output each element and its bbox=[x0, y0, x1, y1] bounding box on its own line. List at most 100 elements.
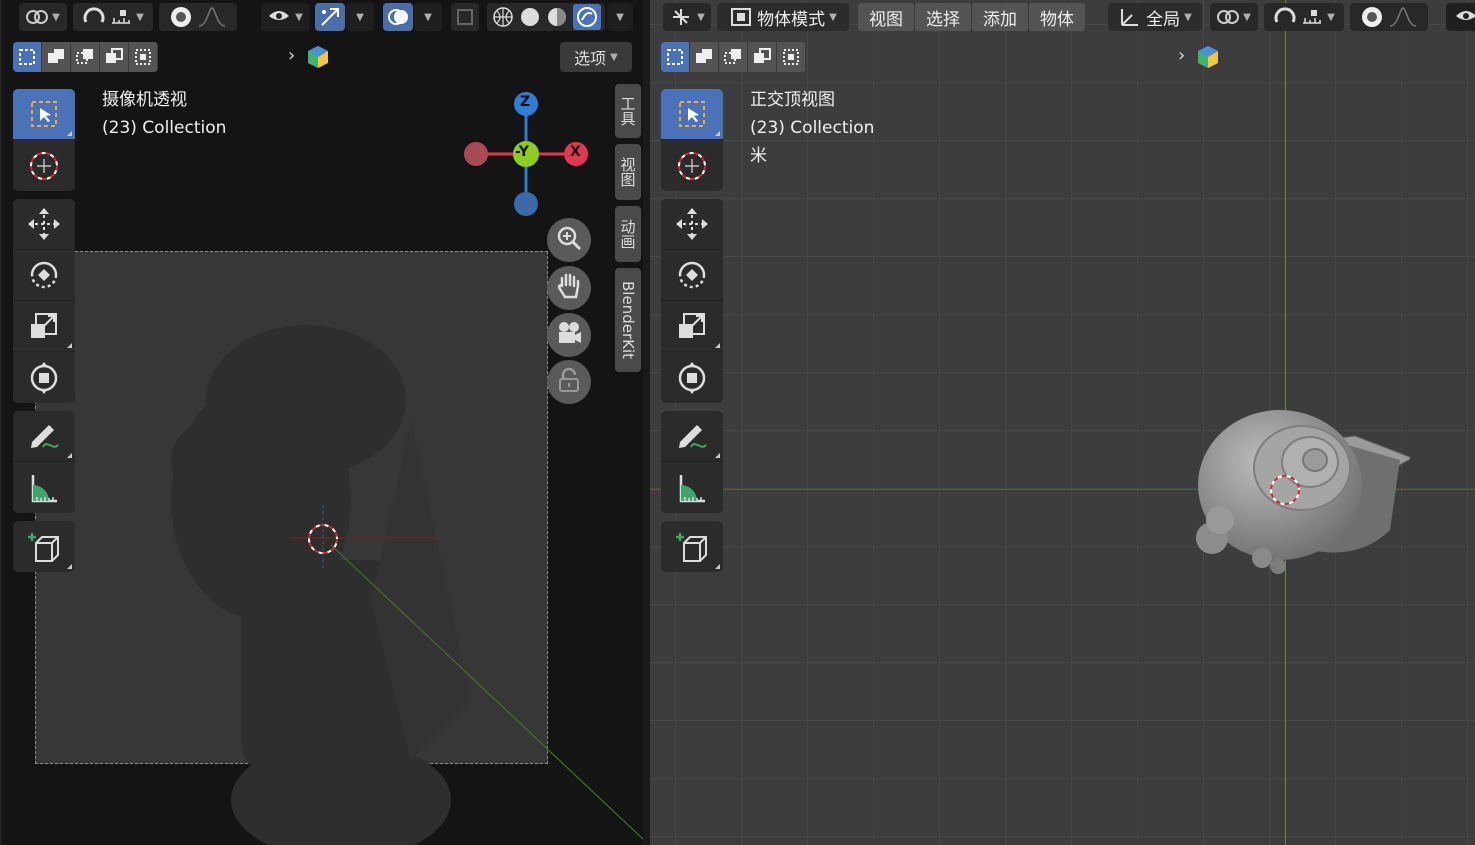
rotate-tool[interactable] bbox=[661, 250, 723, 301]
tool-shelf bbox=[661, 89, 723, 580]
tab-view[interactable]: 视图 bbox=[615, 144, 641, 200]
chevron-down-icon: ▼ bbox=[295, 11, 303, 23]
rotate-tool[interactable] bbox=[13, 250, 75, 301]
shading-dropdown[interactable]: ▼ bbox=[607, 3, 633, 31]
proportional-edit-dropdown[interactable] bbox=[1350, 3, 1428, 31]
xray-icon bbox=[456, 8, 474, 26]
proportional-edit-icon bbox=[1360, 5, 1384, 29]
collection-name: (23) Collection bbox=[750, 118, 875, 138]
zoom-button[interactable] bbox=[547, 218, 591, 262]
gizmo-x-label: X bbox=[570, 144, 581, 160]
pan-button[interactable] bbox=[547, 266, 591, 310]
object-mode-icon bbox=[729, 6, 753, 28]
gizmo-dropdown[interactable]: ▼ bbox=[346, 3, 374, 31]
magnet-icon bbox=[82, 6, 106, 28]
select-intersect-icon[interactable] bbox=[777, 42, 806, 72]
gizmo-y-label: -Y bbox=[515, 144, 529, 160]
transform-tool[interactable] bbox=[661, 352, 723, 403]
3d-cursor-icon[interactable] bbox=[1266, 471, 1304, 509]
lock-camera-button[interactable] bbox=[547, 360, 591, 404]
select-intersect-icon[interactable] bbox=[129, 42, 158, 72]
show-gizmo-toggle[interactable] bbox=[315, 3, 345, 31]
material-shading-icon[interactable] bbox=[546, 6, 568, 28]
3d-cursor-icon[interactable] bbox=[304, 520, 342, 558]
camera-view-button[interactable] bbox=[547, 313, 591, 357]
tool-shelf bbox=[13, 89, 75, 580]
chevron-down-icon: ▼ bbox=[1327, 11, 1335, 23]
camera-icon bbox=[555, 319, 583, 351]
show-overlays-toggle[interactable] bbox=[383, 3, 413, 31]
chevron-down-icon: ▼ bbox=[356, 11, 364, 23]
units-label: 米 bbox=[750, 146, 767, 166]
falloff-curve-icon bbox=[1388, 6, 1418, 28]
menu-object[interactable]: 物体 bbox=[1029, 3, 1085, 31]
options-label: 选项 bbox=[574, 49, 607, 68]
add-cube-tool[interactable] bbox=[13, 521, 75, 572]
chevron-down-icon: ▼ bbox=[52, 11, 60, 23]
tab-blenderkit[interactable]: BlenderKit bbox=[615, 268, 641, 372]
orientation-label: 全局 bbox=[1146, 9, 1181, 30]
chevron-down-icon: ▼ bbox=[697, 11, 705, 23]
color-cube-icon[interactable] bbox=[1197, 45, 1219, 73]
select-invert-icon[interactable] bbox=[748, 42, 777, 72]
select-subtract-icon[interactable] bbox=[719, 42, 748, 72]
shading-modes[interactable] bbox=[487, 3, 605, 31]
gizmo-icon bbox=[319, 6, 341, 28]
chevron-down-icon: ▼ bbox=[610, 51, 618, 63]
select-extend-icon[interactable] bbox=[690, 42, 719, 72]
wireframe-shading-icon[interactable] bbox=[492, 6, 514, 28]
select-subtract-icon[interactable] bbox=[71, 42, 100, 72]
menu-select[interactable]: 选择 bbox=[915, 3, 971, 31]
select-new-icon[interactable] bbox=[13, 42, 42, 72]
camera-viewport[interactable]: ▼ ▼ ▼ ▼ ▼ ▼ › 选项 ▼ 摄像机透视 (23) Collection… bbox=[0, 0, 643, 845]
top-ortho-viewport[interactable]: ▼ 物体模式 ▼ 视图 选择 添加 物体 全局 ▼ ▼ ▼ › 正交顶视图 (2… bbox=[650, 0, 1475, 845]
select-extend-icon[interactable] bbox=[42, 42, 71, 72]
cursor-tool[interactable] bbox=[661, 140, 723, 191]
menu-view[interactable]: 视图 bbox=[858, 3, 914, 31]
tab-tool[interactable]: 工具 bbox=[615, 84, 641, 138]
expand-arrow-icon[interactable]: › bbox=[288, 45, 295, 66]
transform-orientation-dropdown[interactable]: 全局 ▼ bbox=[1108, 3, 1202, 31]
chevron-down-icon: ▼ bbox=[616, 11, 624, 23]
snap-increment-icon bbox=[110, 8, 132, 26]
selection-mode-group[interactable] bbox=[661, 42, 806, 72]
select-new-icon[interactable] bbox=[661, 42, 690, 72]
view-name: 正交顶视图 bbox=[750, 90, 835, 110]
proportional-edit-dropdown[interactable] bbox=[159, 3, 237, 31]
move-tool[interactable] bbox=[661, 199, 723, 250]
overlays-dropdown[interactable]: ▼ bbox=[414, 3, 442, 31]
view-name: 摄像机透视 bbox=[102, 90, 187, 110]
measure-tool[interactable] bbox=[661, 462, 723, 513]
transform-tool[interactable] bbox=[13, 352, 75, 403]
scale-tool[interactable] bbox=[661, 301, 723, 352]
color-cube-icon[interactable] bbox=[307, 45, 329, 73]
menu-add[interactable]: 添加 bbox=[972, 3, 1028, 31]
cursor-tool[interactable] bbox=[13, 140, 75, 191]
area-divider[interactable] bbox=[643, 0, 650, 845]
mode-dropdown[interactable]: 物体模式 ▼ bbox=[717, 3, 849, 31]
transform-pivot-dropdown[interactable]: ▼ bbox=[19, 3, 67, 31]
move-tool[interactable] bbox=[13, 199, 75, 250]
scale-tool[interactable] bbox=[13, 301, 75, 352]
select-box-tool[interactable] bbox=[661, 89, 723, 140]
add-cube-tool[interactable] bbox=[661, 521, 723, 572]
selection-mode-group[interactable] bbox=[13, 42, 158, 72]
visibility-dropdown[interactable]: ▼ bbox=[261, 3, 309, 31]
solid-shading-icon[interactable] bbox=[519, 6, 541, 28]
object-interaction-dropdown[interactable]: ▼ bbox=[663, 3, 711, 31]
visibility-dropdown[interactable] bbox=[1446, 3, 1475, 31]
snap-dropdown[interactable]: ▼ bbox=[1264, 3, 1344, 31]
rendered-shading-icon[interactable] bbox=[572, 4, 601, 30]
select-box-tool[interactable] bbox=[13, 89, 75, 140]
annotate-tool[interactable] bbox=[661, 411, 723, 462]
expand-arrow-icon[interactable]: › bbox=[1178, 45, 1185, 66]
tab-animation[interactable]: 动画 bbox=[615, 206, 641, 262]
select-invert-icon[interactable] bbox=[100, 42, 129, 72]
options-dropdown[interactable]: 选项 ▼ bbox=[560, 42, 632, 72]
annotate-tool[interactable] bbox=[13, 411, 75, 462]
xray-toggle[interactable] bbox=[451, 3, 479, 31]
measure-tool[interactable] bbox=[13, 462, 75, 513]
snap-dropdown[interactable]: ▼ bbox=[73, 3, 153, 31]
pivot-dropdown[interactable]: ▼ bbox=[1210, 3, 1258, 31]
chevron-down-icon: ▼ bbox=[1184, 11, 1192, 23]
